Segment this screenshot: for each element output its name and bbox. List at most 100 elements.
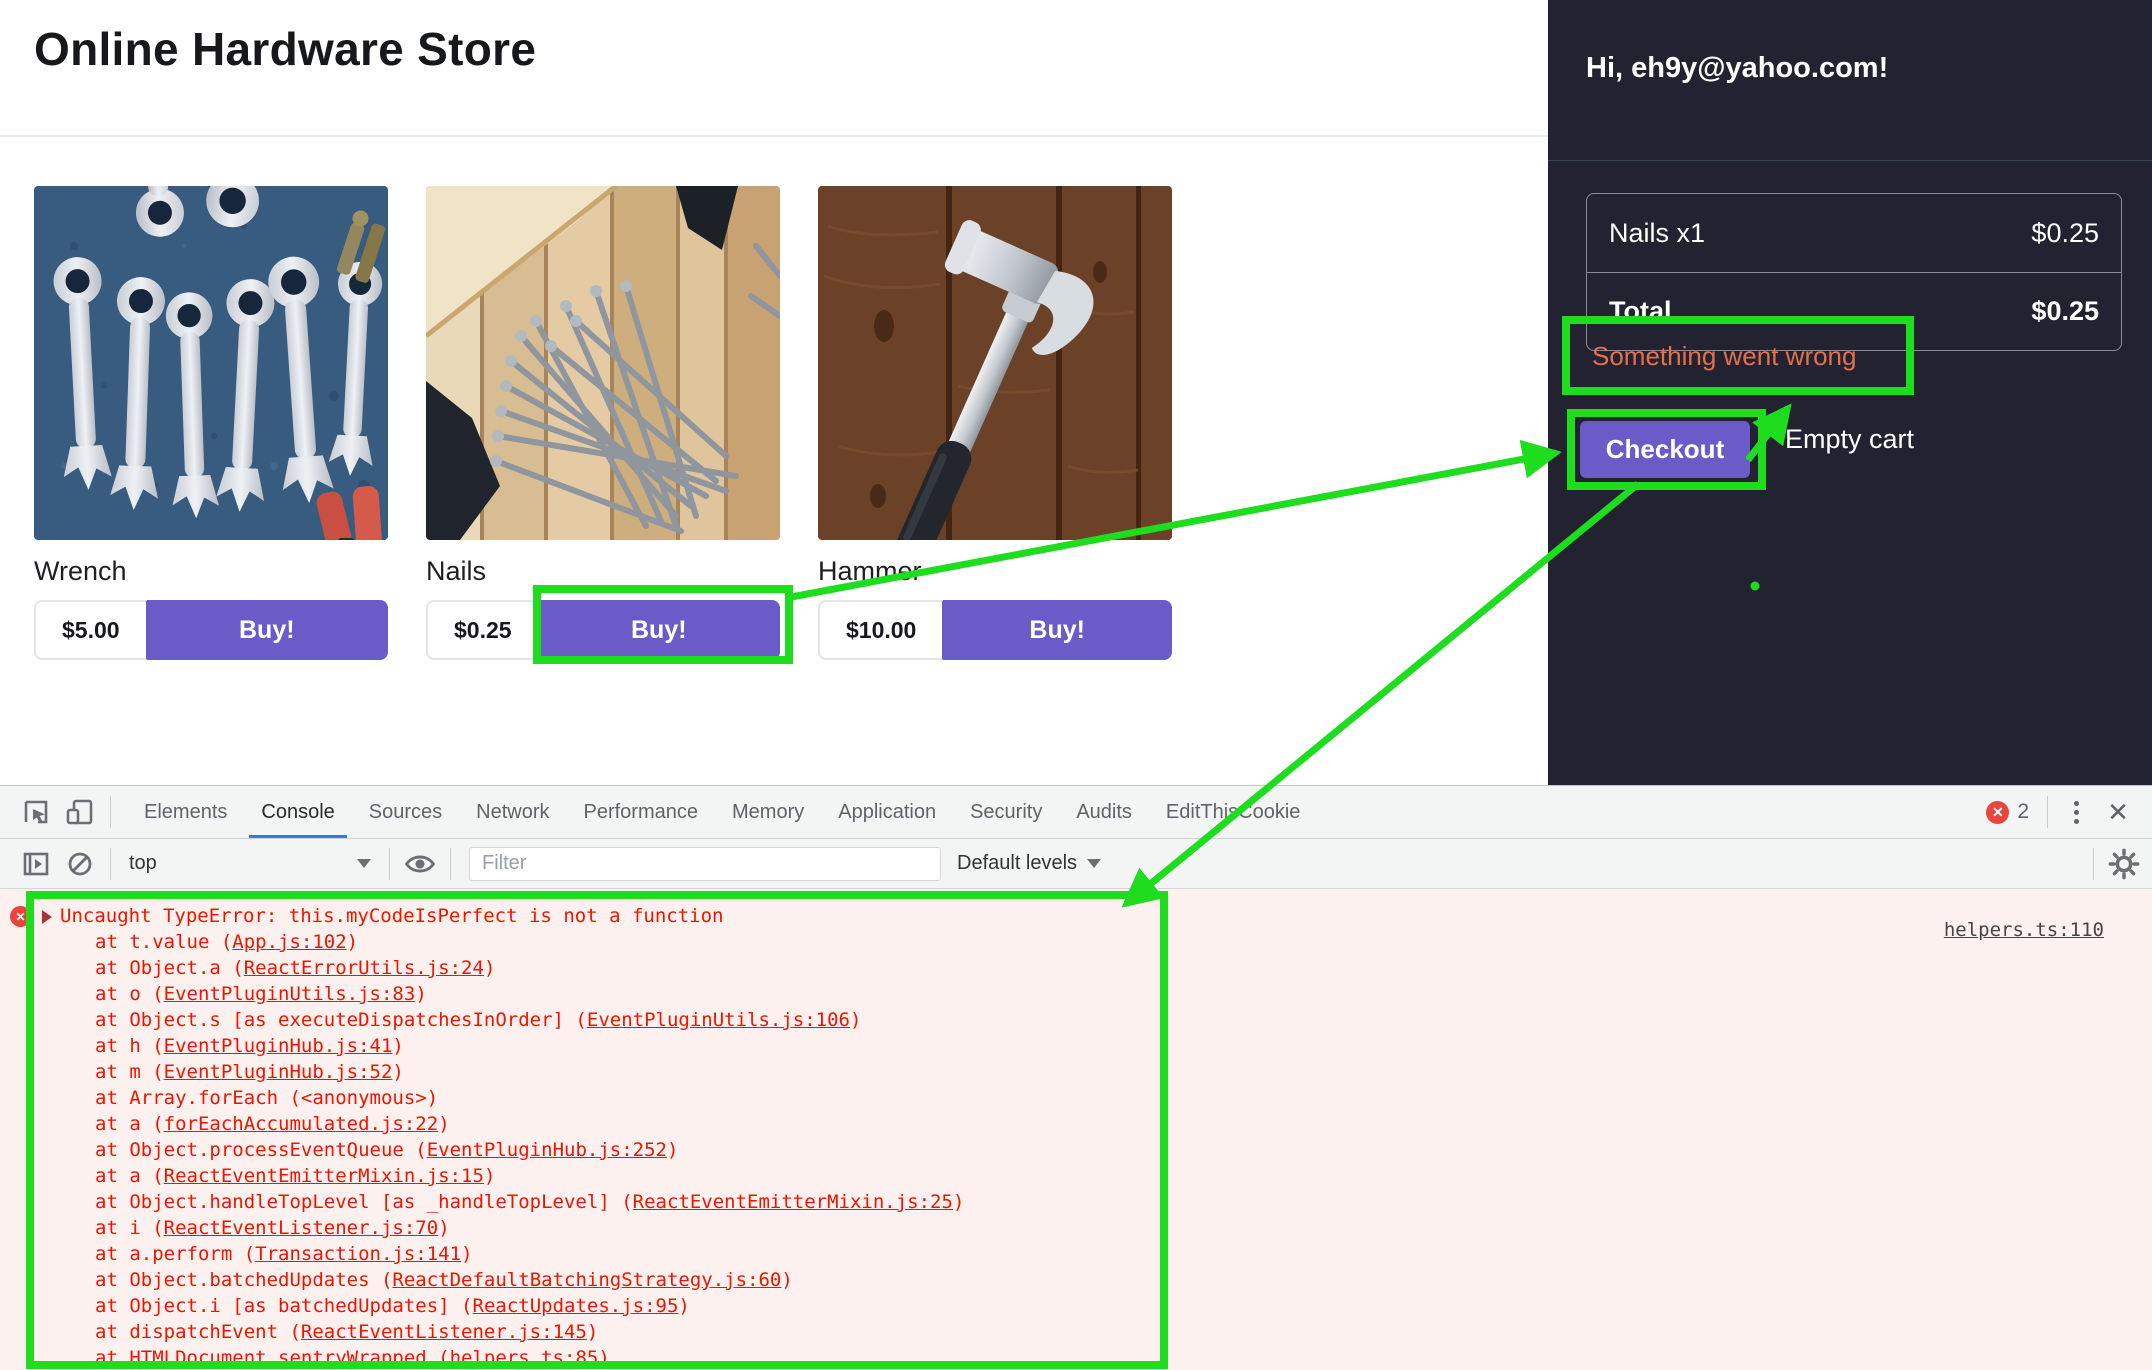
product-name: Nails [426, 556, 780, 596]
stack-frame: at Object.s [as executeDispatchesInOrder… [95, 1007, 2152, 1033]
cart-total-label: Total [1609, 296, 1672, 327]
stack-file-link[interactable]: EventPluginUtils.js:106 [587, 1009, 850, 1031]
more-options-icon[interactable] [2056, 801, 2096, 824]
stack-file-link[interactable]: ReactEventListener.js:145 [301, 1321, 587, 1343]
empty-cart-button[interactable]: Empty cart [1785, 424, 1914, 455]
tab-memory[interactable]: Memory [715, 786, 821, 838]
divider [110, 848, 111, 880]
error-count-badge[interactable]: ✕ 2 [1986, 800, 2029, 824]
error-count: 2 [2017, 800, 2029, 824]
stack-frame: at h (EventPluginHub.js:41) [95, 1033, 2152, 1059]
purchase-row: $5.00 Buy! [34, 600, 388, 660]
devtools-tabbar-right: ✕ 2 ✕ [1986, 796, 2152, 828]
stack-file-link[interactable]: ReactEventEmitterMixin.js:15 [164, 1165, 484, 1187]
stack-frame: at a.perform (Transaction.js:141) [95, 1241, 2152, 1267]
console-output: ✕ Uncaught TypeError: this.myCodeIsPerfe… [0, 889, 2152, 1370]
close-icon[interactable]: ✕ [2096, 797, 2140, 828]
stack-file-link[interactable]: App.js:102 [232, 931, 346, 953]
product-list: Wrench $5.00 Buy! [34, 186, 1172, 660]
cart-item-row: Nails x1 $0.25 [1587, 194, 2121, 272]
error-icon: ✕ [10, 906, 31, 927]
devtools-tabs: ElementsConsoleSourcesNetworkPerformance… [127, 786, 1317, 838]
devtools-tabbar: ElementsConsoleSourcesNetworkPerformance… [0, 786, 2152, 839]
buy-button-wrench[interactable]: Buy! [146, 600, 388, 660]
tab-application[interactable]: Application [821, 786, 953, 838]
error-message-banner: Something went wrong [1592, 334, 1856, 378]
tab-elements[interactable]: Elements [127, 786, 244, 838]
context-label: top [129, 852, 157, 875]
error-message: Uncaught TypeError: this.myCodeIsPerfect… [60, 905, 723, 927]
purchase-row: $10.00 Buy! [818, 600, 1172, 660]
product-card-nails: Nails $0.25 Buy! [426, 186, 780, 660]
product-name: Hammer [818, 556, 1172, 596]
log-levels-dropdown[interactable]: Default levels [957, 852, 1101, 875]
stack-file-link[interactable]: Transaction.js:141 [255, 1243, 461, 1265]
wrench-image [34, 186, 388, 540]
stack-file-link[interactable]: helpers.ts:85 [450, 1347, 599, 1369]
live-expression-eye-icon[interactable] [398, 842, 442, 886]
checkout-button[interactable]: Checkout [1580, 421, 1750, 478]
tab-performance[interactable]: Performance [567, 786, 716, 838]
cart-total-price: $0.25 [2031, 296, 2099, 327]
tab-security[interactable]: Security [953, 786, 1059, 838]
stack-file-link[interactable]: forEachAccumulated.js:22 [164, 1113, 439, 1135]
stack-file-link[interactable]: ReactEventListener.js:70 [164, 1217, 439, 1239]
stack-file-link[interactable]: EventPluginHub.js:252 [427, 1139, 667, 1161]
chevron-down-icon [1087, 859, 1101, 868]
error-badge-icon: ✕ [1986, 801, 2009, 824]
stack-file-link[interactable]: ReactErrorUtils.js:24 [244, 957, 484, 979]
stack-frame: at i (ReactEventListener.js:70) [95, 1215, 2152, 1241]
stack-frame: at Object.i [as batchedUpdates] (ReactUp… [95, 1293, 2152, 1319]
context-dropdown[interactable]: top [119, 852, 381, 875]
stack-file-link[interactable]: EventPluginUtils.js:83 [164, 983, 416, 1005]
devtools-panel: ElementsConsoleSourcesNetworkPerformance… [0, 785, 2152, 1370]
stack-frame: at Object.processEventQueue (EventPlugin… [95, 1137, 2152, 1163]
inspect-icon[interactable] [14, 790, 58, 834]
clear-console-icon[interactable] [58, 842, 102, 886]
hammer-image [818, 186, 1172, 540]
divider [110, 796, 111, 828]
buy-button-hammer[interactable]: Buy! [942, 600, 1172, 660]
console-sidebar-icon[interactable] [14, 842, 58, 886]
settings-gear-icon[interactable] [2102, 842, 2146, 886]
product-card-hammer: Hammer $10.00 Buy! [818, 186, 1172, 660]
buy-button-nails[interactable]: Buy! [538, 600, 780, 660]
page-title: Online Hardware Store [34, 22, 536, 76]
store-header: Online Hardware Store [0, 0, 1548, 137]
expand-triangle-icon[interactable] [42, 910, 52, 924]
screen: Online Hardware Store [0, 0, 2152, 1370]
product-card-wrench: Wrench $5.00 Buy! [34, 186, 388, 660]
levels-label: Default levels [957, 852, 1077, 875]
cart-table: Nails x1 $0.25 Total $0.25 [1586, 193, 2122, 351]
stack-file-link[interactable]: ReactEventEmitterMixin.js:25 [633, 1191, 953, 1213]
console-toolbar: top Default levels [0, 839, 2152, 889]
tab-editthiscookie[interactable]: EditThisCookie [1149, 786, 1318, 838]
stack-file-link[interactable]: ReactDefaultBatchingStrategy.js:60 [392, 1269, 781, 1291]
user-greeting: Hi, eh9y@yahoo.com! [1586, 52, 1888, 85]
price-label: $0.25 [426, 600, 538, 660]
nails-image [426, 186, 780, 540]
cart-item-label: Nails x1 [1609, 218, 1705, 249]
stack-frame: at t.value (App.js:102) [95, 929, 2152, 955]
stack-trace: at t.value (App.js:102)at Object.a (Reac… [0, 929, 2152, 1370]
tab-sources[interactable]: Sources [352, 786, 459, 838]
tab-network[interactable]: Network [459, 786, 566, 838]
console-error-row: ✕ Uncaught TypeError: this.myCodeIsPerfe… [0, 903, 2152, 929]
tab-audits[interactable]: Audits [1059, 786, 1149, 838]
chevron-down-icon [357, 859, 371, 868]
cart-sidebar: Hi, eh9y@yahoo.com! Nails x1 $0.25 Total… [1548, 0, 2152, 785]
stack-frame: at o (EventPluginUtils.js:83) [95, 981, 2152, 1007]
price-label: $5.00 [34, 600, 146, 660]
tab-console[interactable]: Console [244, 786, 351, 838]
stack-file-link[interactable]: ReactUpdates.js:95 [473, 1295, 679, 1317]
stack-file-link[interactable]: EventPluginHub.js:52 [164, 1061, 393, 1083]
product-name: Wrench [34, 556, 388, 596]
stack-frame: at Array.forEach (<anonymous>) [95, 1085, 2152, 1111]
error-source-link[interactable]: helpers.ts:110 [1944, 917, 2104, 943]
storefront: Online Hardware Store [0, 0, 1548, 785]
cart-item-price: $0.25 [2031, 218, 2099, 249]
filter-input[interactable] [469, 847, 941, 881]
stack-frame: at Object.handleTopLevel [as _handleTopL… [95, 1189, 2152, 1215]
device-toolbar-icon[interactable] [58, 790, 102, 834]
stack-file-link[interactable]: EventPluginHub.js:41 [164, 1035, 393, 1057]
